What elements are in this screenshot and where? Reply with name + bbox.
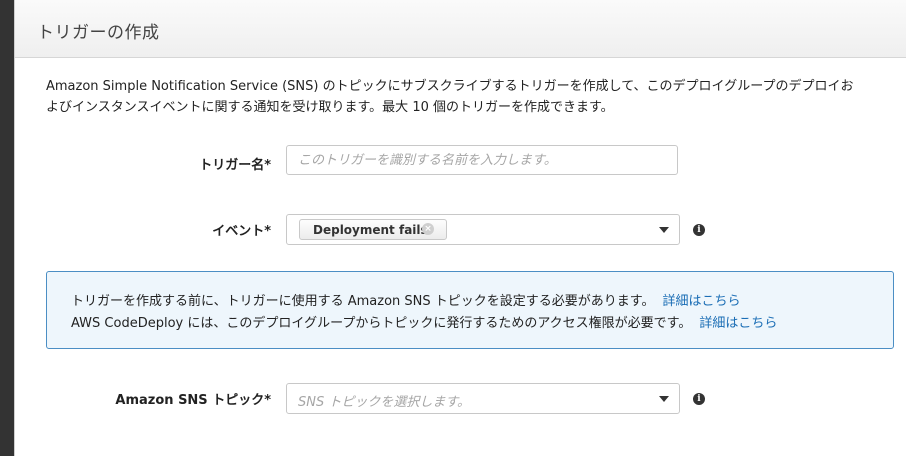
event-chip-deployment-fails: Deployment fails × bbox=[299, 219, 447, 240]
event-label: イベント* bbox=[212, 224, 271, 239]
notice-line-1: トリガーを作成する前に、トリガーに使用する Amazon SNS トピックを設定… bbox=[71, 290, 741, 309]
trigger-name-input[interactable] bbox=[287, 146, 679, 174]
sns-topic-label: Amazon SNS トピック* bbox=[115, 393, 271, 408]
event-info-icon[interactable]: i bbox=[693, 224, 705, 236]
sns-topic-select[interactable]: SNS トピックを選択します。 bbox=[286, 383, 680, 414]
event-select[interactable]: Deployment fails × bbox=[286, 214, 680, 245]
dialog-description: Amazon Simple Notification Service (SNS)… bbox=[46, 76, 896, 118]
create-trigger-dialog: トリガーの作成 Amazon Simple Notification Servi… bbox=[14, 0, 906, 456]
notice-line-2-text: AWS CodeDeploy には、このデプロイグループからトピックに発行するた… bbox=[71, 316, 692, 331]
notice-learn-more-link-1[interactable]: 詳細はこちら bbox=[662, 294, 740, 309]
dialog-header: トリガーの作成 bbox=[15, 0, 906, 58]
trigger-name-field-wrapper bbox=[286, 145, 679, 175]
dialog-title: トリガーの作成 bbox=[37, 23, 160, 43]
trigger-name-label: トリガー名* bbox=[199, 158, 271, 173]
chevron-down-icon[interactable] bbox=[659, 396, 669, 402]
notice-line-1-text: トリガーを作成する前に、トリガーに使用する Amazon SNS トピックを設定… bbox=[71, 294, 655, 309]
notice-learn-more-link-2[interactable]: 詳細はこちら bbox=[699, 316, 777, 331]
description-line-2: よびインスタンスイベントに関する通知を受け取ります。最大 10 個のトリガーを作… bbox=[46, 100, 614, 115]
chip-remove-icon[interactable]: × bbox=[422, 223, 434, 235]
sns-requirement-notice: トリガーを作成する前に、トリガーに使用する Amazon SNS トピックを設定… bbox=[46, 271, 894, 349]
event-chip-label: Deployment fails bbox=[313, 223, 428, 237]
sns-topic-info-icon[interactable]: i bbox=[693, 393, 705, 405]
description-line-1: Amazon Simple Notification Service (SNS)… bbox=[46, 79, 854, 94]
notice-line-2: AWS CodeDeploy には、このデプロイグループからトピックに発行するた… bbox=[71, 312, 777, 331]
sns-topic-placeholder: SNS トピックを選択します。 bbox=[298, 395, 471, 410]
chevron-down-icon[interactable] bbox=[659, 227, 669, 233]
